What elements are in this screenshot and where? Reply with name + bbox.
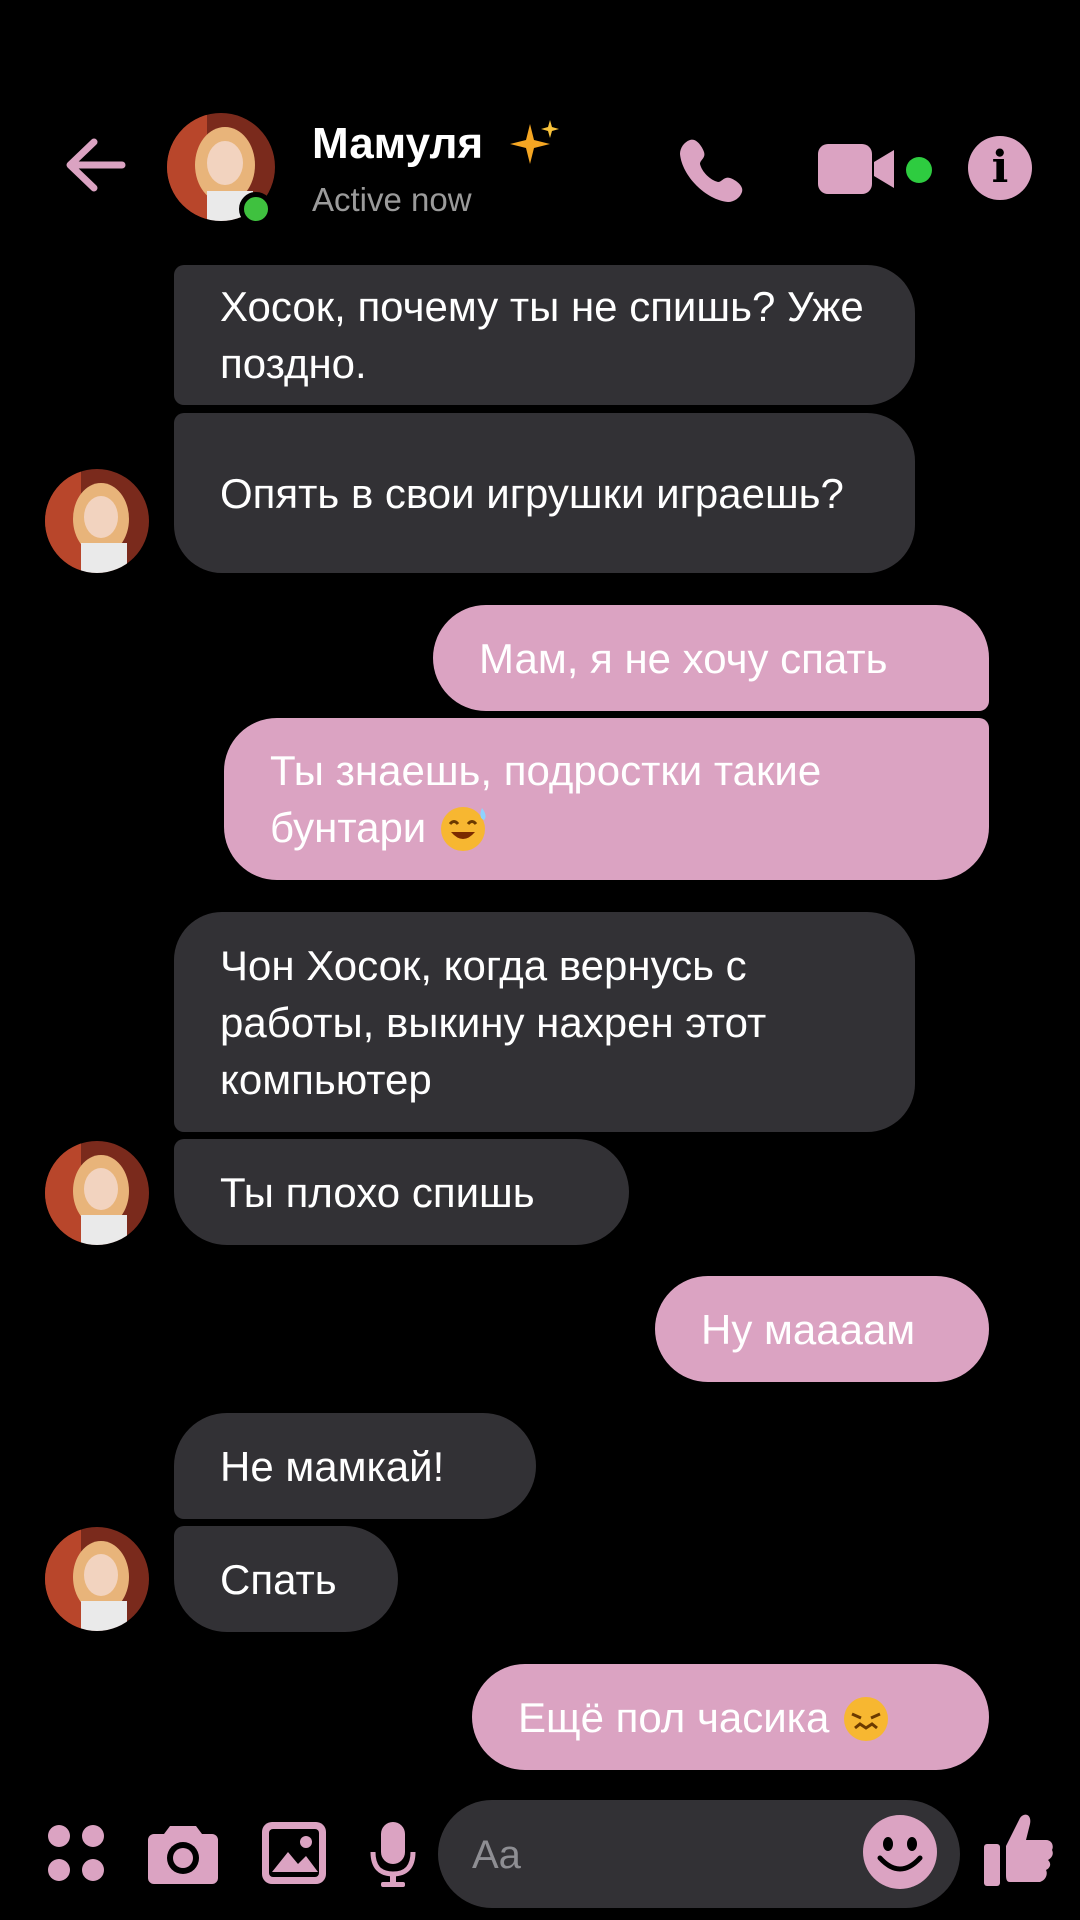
sweat-smile-emoji-icon xyxy=(441,807,486,851)
contact-avatar-small[interactable] xyxy=(45,469,149,573)
phone-icon[interactable] xyxy=(676,132,750,206)
video-camera-icon[interactable] xyxy=(818,142,898,196)
gallery-icon[interactable] xyxy=(262,1822,326,1884)
contact-status: Active now xyxy=(312,181,472,218)
message-bubble[interactable]: Ещё пол часика xyxy=(472,1664,989,1770)
message-bubble[interactable]: Ты плохо спишь xyxy=(174,1139,629,1245)
sparkle-icon xyxy=(510,120,559,164)
contact-avatar-small[interactable] xyxy=(45,1141,149,1245)
chat-header: Мамуля Active now i xyxy=(0,0,1080,265)
back-arrow-icon[interactable] xyxy=(60,130,130,200)
video-active-dot xyxy=(906,157,932,183)
message-bubble[interactable]: Чон Хосок, когда вернусь с работы, выкин… xyxy=(174,912,915,1132)
message-bubble[interactable]: Спать xyxy=(174,1526,398,1632)
apps-grid-icon[interactable] xyxy=(45,1822,107,1884)
camera-icon[interactable] xyxy=(148,1822,218,1884)
message-input-placeholder[interactable]: Aa xyxy=(472,1830,521,1880)
message-bubble[interactable]: Мам, я не хочу спать xyxy=(433,605,989,711)
message-bubble[interactable]: Не мамкай! xyxy=(174,1413,536,1519)
contact-avatar-small[interactable] xyxy=(45,1527,149,1631)
microphone-icon[interactable] xyxy=(370,1822,416,1888)
online-indicator xyxy=(239,192,273,226)
contact-name[interactable]: Мамуля xyxy=(312,118,483,170)
message-bubble[interactable]: Опять в свои игрушки играешь? xyxy=(174,413,915,573)
thumbs-up-icon[interactable] xyxy=(984,1812,1054,1888)
confounded-emoji-icon xyxy=(844,1696,889,1741)
message-bubble[interactable]: Хосок, почему ты не спишь? Уже поздно. xyxy=(174,265,915,405)
emoji-icon[interactable] xyxy=(862,1814,938,1890)
message-bubble[interactable]: Ну мааaам xyxy=(655,1276,989,1382)
info-icon[interactable]: i xyxy=(968,136,1032,200)
message-bubble[interactable]: Ты знаешь, подростки такие бунтари xyxy=(224,718,989,880)
